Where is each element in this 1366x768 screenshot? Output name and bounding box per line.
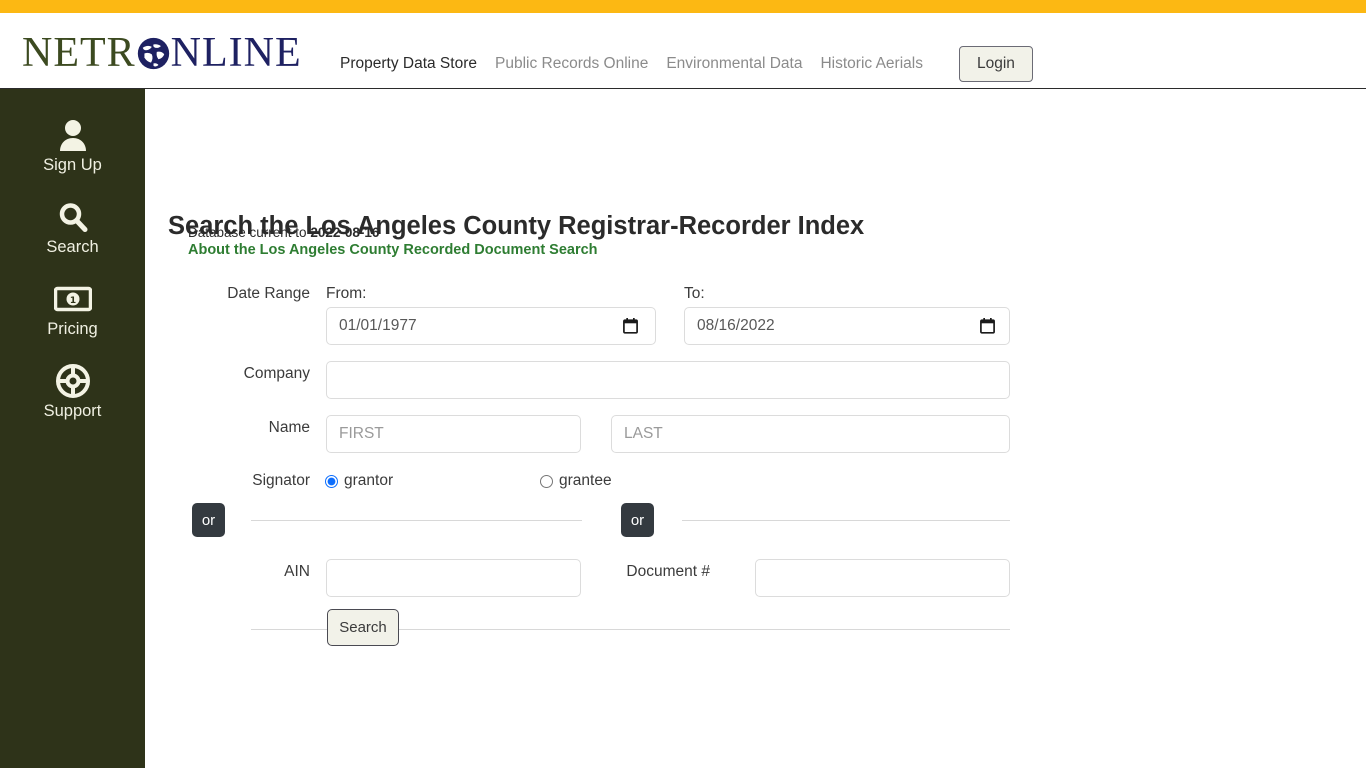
globe-icon bbox=[137, 37, 170, 70]
signator-radio-grantor[interactable]: grantor bbox=[325, 472, 393, 490]
ain-input[interactable] bbox=[326, 559, 581, 597]
company-label: Company bbox=[243, 365, 310, 382]
date-from-input[interactable] bbox=[326, 307, 656, 345]
sidebar-label-sign-up: Sign Up bbox=[43, 156, 102, 174]
nav-item-public-records-online[interactable]: Public Records Online bbox=[495, 55, 648, 73]
search-button[interactable]: Search bbox=[327, 609, 399, 646]
signator-label: Signator bbox=[252, 472, 310, 489]
or-divider-left bbox=[251, 520, 582, 521]
svg-text:1: 1 bbox=[69, 296, 75, 306]
last-name-input[interactable] bbox=[611, 415, 1010, 453]
sidebar-item-search[interactable]: Search bbox=[0, 187, 145, 269]
top-accent-bar bbox=[0, 0, 1366, 13]
money-bill-icon: 1 bbox=[0, 280, 145, 318]
or-badge-right: or bbox=[621, 503, 654, 537]
name-label: Name bbox=[268, 419, 310, 436]
netronline-logo[interactable]: NETR NLINE bbox=[22, 31, 302, 75]
date-to-input[interactable] bbox=[684, 307, 1010, 345]
signator-radio-grantor-input[interactable] bbox=[325, 474, 338, 488]
nav-item-property-data-store[interactable]: Property Data Store bbox=[340, 55, 477, 73]
date-range-label: Date Range bbox=[227, 285, 310, 302]
about-search-link[interactable]: About the Los Angeles County Recorded Do… bbox=[188, 242, 598, 258]
company-input[interactable] bbox=[326, 361, 1010, 399]
sidebar-item-sign-up[interactable]: Sign Up bbox=[0, 105, 145, 187]
login-button[interactable]: Login bbox=[958, 46, 1033, 82]
database-currency-note: Database current to 2022-08-16 bbox=[188, 225, 379, 240]
database-currency-prefix: Database current to bbox=[188, 225, 311, 240]
site-header: NETR NLINE Property Data Store Public Re… bbox=[0, 13, 1366, 89]
or-divider-right bbox=[682, 520, 1010, 521]
sidebar-label-search: Search bbox=[46, 238, 99, 257]
or-badge-left: or bbox=[192, 503, 225, 537]
signator-radio-grantee-input[interactable] bbox=[540, 474, 553, 488]
first-name-input[interactable] bbox=[326, 415, 581, 453]
ain-label: AIN bbox=[284, 563, 310, 580]
left-sidebar: Sign Up Search 1 Pricing Support bbox=[0, 89, 145, 768]
sidebar-item-support[interactable]: Support bbox=[0, 351, 145, 433]
to-label: To: bbox=[684, 285, 705, 302]
magnifier-icon bbox=[0, 198, 145, 236]
sidebar-item-pricing[interactable]: 1 Pricing bbox=[0, 269, 145, 351]
logo-text-netr: NETR bbox=[22, 30, 136, 76]
database-currency-date: 2022-08-16 bbox=[310, 225, 380, 240]
logo-text-nline: NLINE bbox=[170, 30, 302, 76]
signator-radio-grantee-label: grantee bbox=[559, 472, 612, 489]
from-label: From: bbox=[326, 285, 367, 302]
sidebar-label-support: Support bbox=[43, 402, 102, 421]
user-icon bbox=[0, 116, 145, 154]
main-content: Search the Los Angeles County Registrar-… bbox=[145, 89, 1366, 768]
nav-item-historic-aerials[interactable]: Historic Aerials bbox=[820, 55, 923, 73]
document-number-input[interactable] bbox=[755, 559, 1010, 597]
signator-radio-grantor-label: grantor bbox=[344, 472, 394, 489]
nav-item-environmental-data[interactable]: Environmental Data bbox=[666, 55, 802, 73]
document-number-label: Document # bbox=[626, 563, 710, 580]
life-ring-icon bbox=[0, 362, 145, 400]
signator-radio-grantee[interactable]: grantee bbox=[540, 472, 612, 490]
sidebar-label-pricing: Pricing bbox=[47, 320, 98, 339]
